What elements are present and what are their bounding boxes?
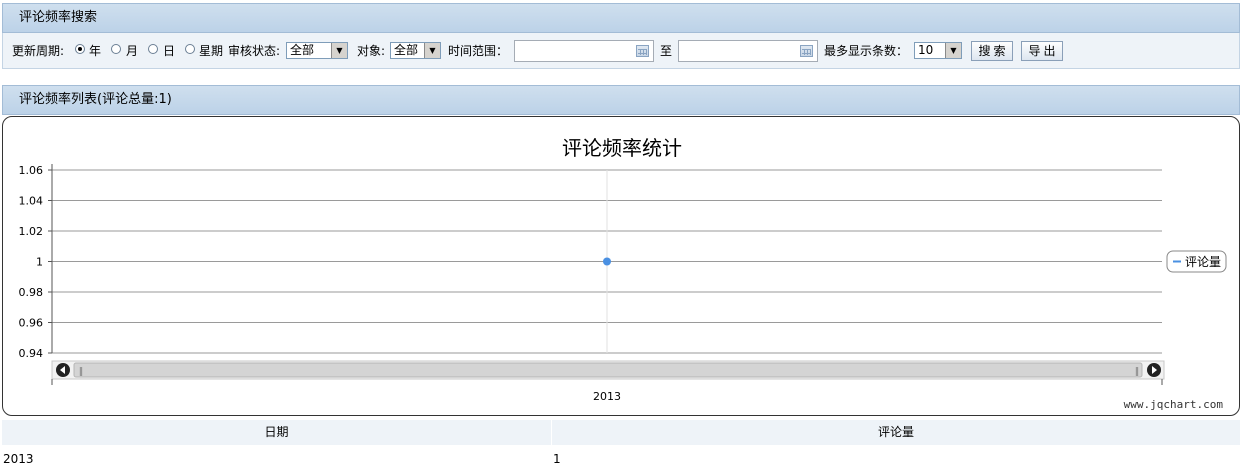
chart-container: 评论频率统计 1.06 1.04 1.02 1 0.98 0.96 0.94 2013 ‖ ‖ 评论量… [2,116,1240,416]
search-button[interactable]: 搜索 [971,41,1013,61]
period-radio-month[interactable] [111,44,121,54]
period-radio-year[interactable] [75,44,85,54]
chart-watermark[interactable]: www.jqchart.com [1124,398,1224,411]
y-tick-label: 0.96 [19,317,44,330]
period-radio-week[interactable] [185,44,195,54]
cell-count: 1 [553,452,561,466]
export-button[interactable]: 导出 [1021,41,1063,61]
calendar-icon[interactable] [800,45,813,57]
list-panel-title: 评论频率列表(评论总量:1) [2,85,1240,115]
scrollbar-grip-left-icon: ‖ [79,367,84,377]
y-tick-label: 1.04 [19,195,44,208]
chevron-down-icon: ▼ [424,43,440,58]
period-label: 更新周期: [12,44,65,58]
x-tick-label: 2013 [593,390,621,403]
max-rows-label: 最多显示条数： [824,44,909,58]
y-tick-label: 0.98 [19,286,44,299]
period-option-month: 月 [126,44,139,58]
range-to-label: 至 [660,44,673,58]
range-label: 时间范围： [448,44,509,58]
status-select-value: 全部 [290,43,315,57]
max-rows-select-value: 10 [918,43,934,57]
column-header-count: 评论量 [877,425,914,439]
chart-title: 评论频率统计 [562,136,682,160]
status-label: 审核状态: [228,44,281,58]
range-from-input[interactable] [514,40,654,62]
period-option-day: 日 [163,44,176,58]
max-rows-select[interactable]: 10 ▼ [914,42,962,59]
cell-date: 2013 [3,452,34,466]
scrollbar-grip-right-icon: ‖ [1135,367,1140,377]
scrollbar-thumb[interactable] [73,362,1143,378]
y-tick-label: 1 [36,256,43,269]
status-select[interactable]: 全部 ▼ [286,42,348,59]
table-header: 日期 评论量 [2,420,1240,445]
data-point[interactable] [603,257,611,266]
target-select-value: 全部 [394,43,419,57]
target-label: 对象: [357,44,386,58]
calendar-icon[interactable] [636,45,649,57]
y-tick-label: 1.02 [19,225,44,238]
period-option-week: 星期 [199,44,224,58]
line-chart: 评论频率统计 1.06 1.04 1.02 1 0.98 0.96 0.94 2013 ‖ ‖ 评论量… [19,136,1227,411]
legend-label[interactable]: 评论量 [1185,255,1221,269]
target-select[interactable]: 全部 ▼ [390,42,441,59]
chevron-down-icon: ▼ [331,43,347,58]
period-radio-day[interactable] [148,44,158,54]
search-panel-title: 评论频率搜索 [2,3,1240,33]
range-to-input[interactable] [678,40,818,62]
y-tick-label: 1.06 [19,164,44,177]
y-tick-label: 0.94 [19,347,44,360]
chevron-down-icon: ▼ [945,43,961,58]
period-option-year: 年 [89,44,102,58]
column-header-date: 日期 [264,425,289,439]
